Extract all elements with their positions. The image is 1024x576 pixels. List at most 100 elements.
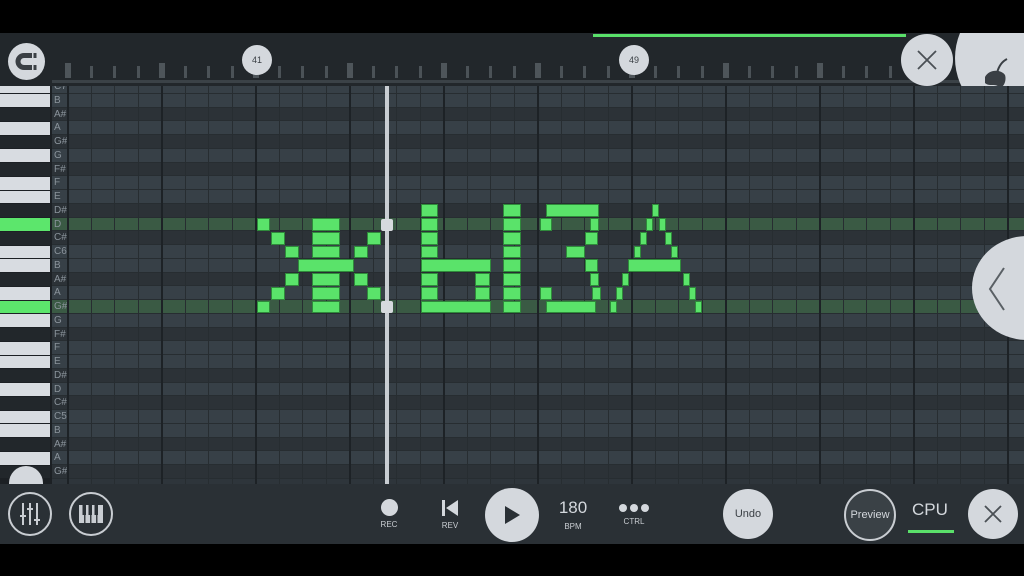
snap-magnet-button[interactable]	[8, 43, 45, 80]
note-block[interactable]	[628, 259, 681, 272]
note-block[interactable]	[503, 259, 521, 272]
piano-key-g[interactable]	[0, 149, 50, 162]
piano-key-c6[interactable]	[0, 245, 50, 259]
piano-key-a-sharp[interactable]	[0, 273, 50, 286]
piano-key-b[interactable]	[0, 424, 50, 437]
note-block[interactable]	[671, 245, 678, 259]
piano-key-g-sharp[interactable]	[0, 300, 50, 314]
piano-key-d-sharp[interactable]	[0, 204, 50, 217]
note-block[interactable]	[590, 218, 599, 231]
note-block[interactable]	[257, 218, 270, 231]
note-block[interactable]	[695, 300, 702, 314]
note-block[interactable]	[421, 300, 491, 314]
note-block[interactable]	[421, 204, 438, 217]
note-block[interactable]	[312, 273, 340, 286]
piano-key-b[interactable]	[0, 94, 50, 107]
piano-key-c-sharp[interactable]	[0, 231, 50, 245]
close-piano-roll-button[interactable]	[901, 34, 953, 86]
piano-key-g[interactable]	[0, 314, 50, 327]
note-block[interactable]	[503, 218, 521, 231]
rewind-button[interactable]: REV	[435, 484, 465, 544]
note-block[interactable]	[546, 204, 599, 217]
note-block[interactable]	[312, 245, 340, 259]
note-block[interactable]	[540, 218, 552, 231]
piano-key-d[interactable]	[0, 218, 50, 231]
controls-menu-button[interactable]: CTRL	[614, 484, 654, 544]
piano-key-f-sharp[interactable]	[0, 163, 50, 176]
note-block[interactable]	[503, 245, 521, 259]
piano-key-b[interactable]	[0, 259, 50, 272]
mixer-button[interactable]	[8, 492, 52, 536]
note-grid[interactable]: C7 B A# A G# G F# F E D# D C# C6 B A# A G# G F# F E D# D C# C5 B A…	[52, 86, 1024, 484]
note-block[interactable]	[540, 286, 552, 300]
note-block[interactable]	[503, 204, 521, 217]
note-block[interactable]	[285, 273, 299, 286]
note-block[interactable]	[646, 218, 653, 231]
note-block[interactable]	[665, 231, 672, 245]
piano-keyboard[interactable]	[0, 86, 52, 484]
playhead[interactable]	[385, 86, 389, 484]
play-button[interactable]	[485, 488, 539, 542]
undo-button[interactable]: Undo	[723, 489, 773, 539]
note-block[interactable]	[640, 231, 647, 245]
note-block[interactable]	[475, 286, 490, 300]
note-block[interactable]	[312, 231, 340, 245]
note-block[interactable]	[610, 300, 617, 314]
note-block[interactable]	[257, 300, 270, 314]
note-block[interactable]	[503, 231, 521, 245]
loop-end-handle[interactable]	[381, 301, 393, 313]
piano-key-c5[interactable]	[0, 410, 50, 424]
piano-key-a[interactable]	[0, 451, 50, 465]
note-block[interactable]	[285, 245, 299, 259]
loop-start-handle[interactable]	[381, 219, 393, 231]
piano-key-g-sharp[interactable]	[0, 135, 50, 149]
preview-button[interactable]: Preview	[844, 489, 896, 541]
piano-key-f-sharp[interactable]	[0, 328, 50, 341]
note-block[interactable]	[312, 286, 340, 300]
note-block[interactable]	[367, 231, 381, 245]
note-block[interactable]	[421, 273, 438, 286]
note-block[interactable]	[354, 273, 368, 286]
bar-marker-41[interactable]: 41	[242, 45, 272, 75]
timeline-ruler[interactable]: 41 49	[0, 33, 1024, 123]
note-block[interactable]	[634, 245, 641, 259]
piano-key-a-sharp[interactable]	[0, 438, 50, 451]
note-block[interactable]	[475, 273, 490, 286]
bar-marker-49[interactable]: 49	[619, 45, 649, 75]
keyboard-view-button[interactable]	[69, 492, 113, 536]
piano-key-e[interactable]	[0, 190, 50, 204]
tempo-control[interactable]: 180 BPM	[552, 484, 594, 544]
note-block[interactable]	[312, 218, 340, 231]
note-block[interactable]	[546, 300, 596, 314]
record-button[interactable]: REC	[374, 484, 404, 544]
note-block[interactable]	[503, 300, 521, 314]
note-block[interactable]	[421, 231, 438, 245]
note-block[interactable]	[421, 218, 438, 231]
note-block[interactable]	[592, 286, 601, 300]
piano-key-e[interactable]	[0, 355, 50, 369]
note-block[interactable]	[585, 259, 598, 272]
note-block[interactable]	[271, 231, 285, 245]
piano-key-f[interactable]	[0, 176, 50, 190]
note-block[interactable]	[590, 273, 599, 286]
piano-key-d-sharp[interactable]	[0, 369, 50, 382]
piano-key-d[interactable]	[0, 383, 50, 396]
close-button[interactable]	[968, 489, 1018, 539]
piano-key-a-sharp[interactable]	[0, 108, 50, 121]
note-block[interactable]	[354, 245, 368, 259]
note-block[interactable]	[312, 300, 340, 314]
note-block[interactable]	[503, 273, 521, 286]
piano-key-c-sharp[interactable]	[0, 396, 50, 410]
piano-key-a[interactable]	[0, 286, 50, 300]
note-block[interactable]	[616, 286, 623, 300]
note-block[interactable]	[298, 259, 354, 272]
note-block[interactable]	[367, 286, 381, 300]
note-block[interactable]	[683, 273, 690, 286]
note-block[interactable]	[421, 286, 438, 300]
note-block[interactable]	[689, 286, 696, 300]
note-block[interactable]	[421, 245, 438, 259]
note-block[interactable]	[421, 259, 491, 272]
note-block[interactable]	[503, 286, 521, 300]
note-block[interactable]	[622, 273, 629, 286]
note-block[interactable]	[566, 245, 585, 259]
